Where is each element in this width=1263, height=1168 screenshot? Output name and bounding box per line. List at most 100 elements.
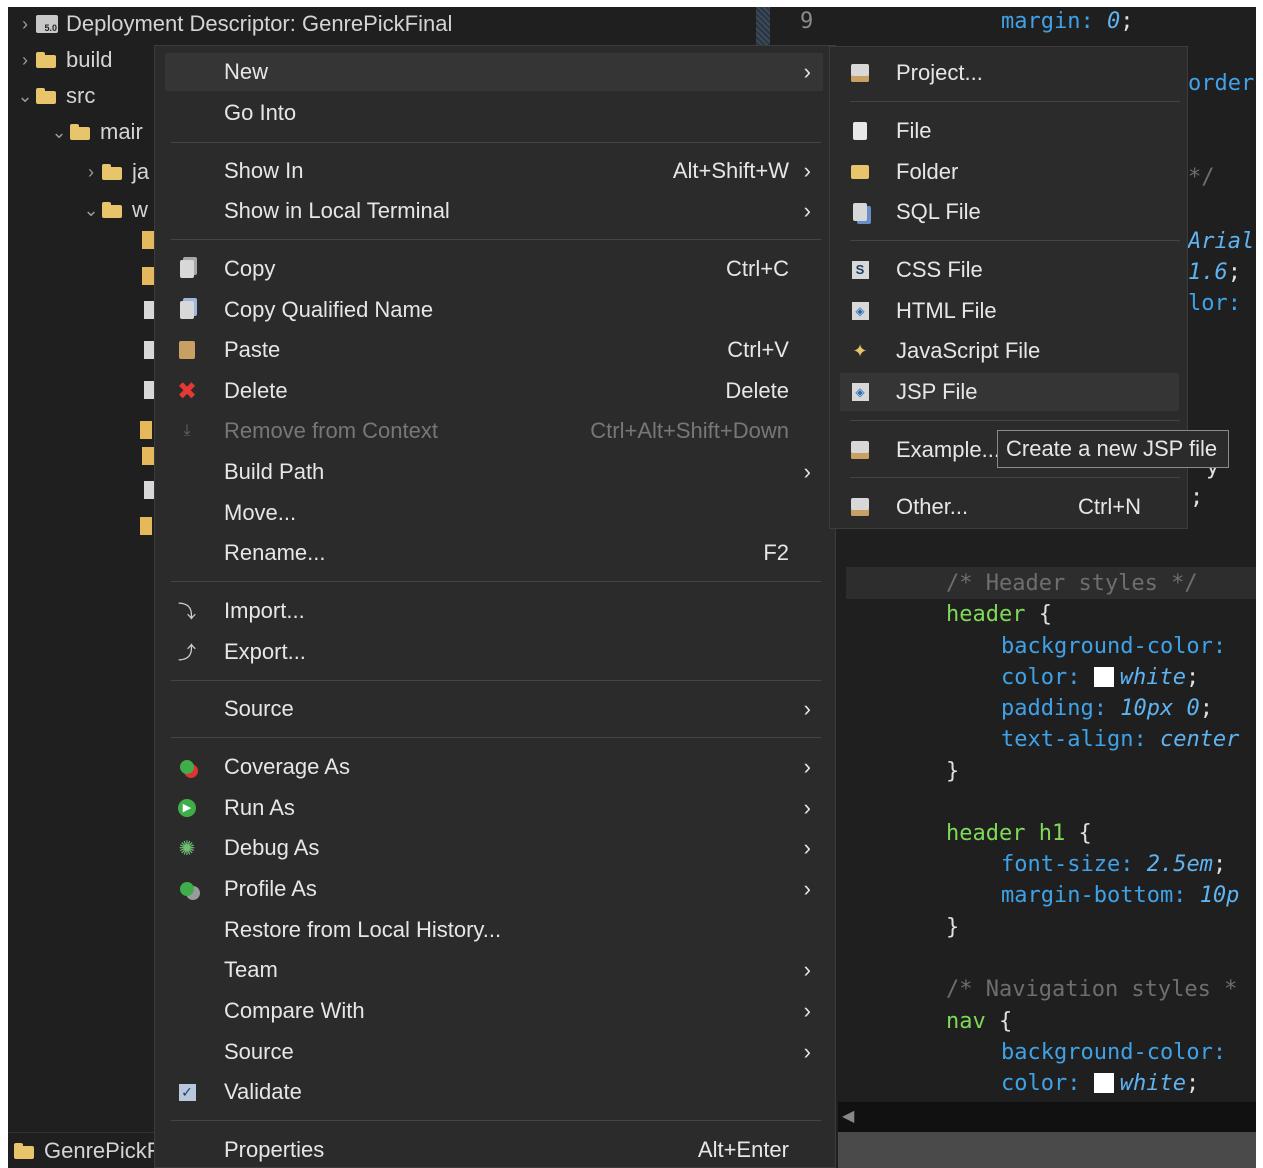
other-wizard-icon <box>848 495 872 519</box>
menu-item-run-as[interactable]: ▶ Run As › <box>165 789 823 827</box>
menu-item-move[interactable]: Move... <box>165 494 823 532</box>
menu-item-build-path[interactable]: Build Path › <box>165 453 823 491</box>
menu-item-label: Import... <box>224 598 305 623</box>
deployment-descriptor-icon <box>36 15 58 33</box>
chevron-right-icon: › <box>803 835 811 860</box>
code-line: header h1 { <box>946 821 1092 846</box>
menu-item-shortcut: Ctrl+Alt+Shift+Down <box>590 418 789 443</box>
code-comment: /* Header styles */ <box>946 571 1198 596</box>
jsp-file-icon: ◈ <box>848 380 872 404</box>
submenu-item-label: Example... <box>896 437 1000 462</box>
folder-icon[interactable] <box>142 267 154 285</box>
menu-item-label: Coverage As <box>224 754 350 779</box>
submenu-item-label: CSS File <box>896 257 983 282</box>
tree-item-webapp[interactable]: ⌄ w <box>80 193 147 227</box>
horizontal-scrollbar[interactable]: ◀ <box>838 1102 1256 1132</box>
menu-item-compare-with[interactable]: Compare With › <box>165 992 823 1030</box>
menu-separator <box>850 240 1180 241</box>
menu-item-paste[interactable]: Paste Ctrl+V <box>165 331 823 369</box>
submenu-item-project[interactable]: Project... <box>840 54 1179 92</box>
code-line: ; <box>1190 485 1204 510</box>
menu-item-coverage-as[interactable]: Coverage As › <box>165 748 823 786</box>
coverage-icon <box>175 755 199 779</box>
tree-item-java[interactable]: › ja <box>80 155 149 189</box>
submenu-item-other[interactable]: Other... Ctrl+N <box>840 488 1179 526</box>
chevron-right-icon[interactable]: › <box>14 50 36 71</box>
chevron-right-icon[interactable]: › <box>80 162 102 183</box>
submenu-item-label: Project... <box>896 60 983 85</box>
chevron-down-icon[interactable]: ⌄ <box>80 200 102 221</box>
submenu-item-file[interactable]: File <box>840 112 1179 150</box>
copy-icon <box>175 257 199 281</box>
menu-item-debug-as[interactable]: ✺ Debug As › <box>165 829 823 867</box>
menu-item-copy-qualified-name[interactable]: Copy Qualified Name <box>165 291 823 329</box>
chevron-right-icon[interactable]: › <box>14 14 36 35</box>
file-icon[interactable] <box>142 447 154 465</box>
file-icon[interactable] <box>140 421 152 439</box>
menu-separator <box>171 142 821 143</box>
submenu-item-javascript-file[interactable]: ✦ JavaScript File <box>840 332 1179 370</box>
menu-item-label: Show In <box>224 158 304 183</box>
menu-item-delete[interactable]: ✖ Delete Delete <box>165 372 823 410</box>
submenu-item-css-file[interactable]: S CSS File <box>840 251 1179 289</box>
scroll-left-icon[interactable]: ◀ <box>842 1106 854 1126</box>
menu-separator <box>850 101 1180 102</box>
code-line: background-color: <box>1001 1040 1227 1065</box>
menu-item-label: Run As <box>224 795 295 820</box>
menu-item-show-in[interactable]: Show In Alt+Shift+W › <box>165 152 823 190</box>
menu-item-label: Copy <box>224 256 276 281</box>
folder-open-icon <box>36 88 58 104</box>
menu-item-source[interactable]: Source › <box>165 690 823 728</box>
menu-item-properties[interactable]: Properties Alt+Enter <box>165 1131 823 1168</box>
color-swatch[interactable] <box>1093 1073 1114 1093</box>
menu-separator <box>171 737 821 738</box>
submenu-item-label: Other... <box>896 494 969 519</box>
submenu-item-html-file[interactable]: ◈ HTML File <box>840 292 1179 330</box>
submenu-item-folder[interactable]: Folder <box>840 153 1179 191</box>
submenu-item-sql-file[interactable]: SQL File <box>840 193 1179 231</box>
folder-icon <box>102 164 124 180</box>
javascript-file-icon: ✦ <box>852 341 868 361</box>
paste-icon <box>175 338 199 362</box>
menu-item-rename[interactable]: Rename... F2 <box>165 534 823 572</box>
tree-item-src[interactable]: ⌄ src <box>14 79 95 113</box>
chevron-right-icon: › <box>803 754 811 779</box>
chevron-down-icon[interactable]: ⌄ <box>14 86 36 107</box>
menu-item-new[interactable]: New › <box>165 53 823 91</box>
file-icon[interactable] <box>140 517 152 535</box>
menu-item-remove-from-context[interactable]: ⤓ Remove from Context Ctrl+Alt+Shift+Dow… <box>165 412 823 450</box>
chevron-down-icon[interactable]: ⌄ <box>48 122 70 143</box>
tree-item-deployment-descriptor[interactable]: › Deployment Descriptor: GenrePickFinal <box>14 7 452 41</box>
menu-item-source-2[interactable]: Source › <box>165 1033 823 1071</box>
menu-item-team[interactable]: Team › <box>165 951 823 989</box>
menu-item-label: Restore from Local History... <box>224 917 502 942</box>
menu-item-go-into[interactable]: Go Into <box>165 94 823 132</box>
menu-item-label: Debug As <box>224 835 320 860</box>
folder-icon[interactable] <box>142 231 154 249</box>
menu-item-export[interactable]: ⤴ Export... <box>165 633 823 671</box>
menu-separator <box>850 477 1180 478</box>
new-file-icon <box>848 119 872 143</box>
submenu-item-label: JavaScript File <box>896 338 1041 363</box>
menu-item-label: Source <box>224 696 294 721</box>
menu-separator <box>171 239 821 240</box>
tree-item-main[interactable]: ⌄ mair <box>48 115 142 149</box>
menu-item-label: Delete <box>224 378 288 403</box>
tree-item-build[interactable]: › build <box>14 43 112 77</box>
code-line: 1.6; <box>1188 260 1241 285</box>
code-line: order <box>1188 71 1255 96</box>
submenu-item-jsp-file[interactable]: ◈ JSP File <box>840 373 1179 411</box>
menu-item-shortcut: Ctrl+V <box>727 337 789 362</box>
submenu-item-label: HTML File <box>896 298 997 323</box>
menu-item-restore-from-local-history[interactable]: Restore from Local History... <box>165 911 823 949</box>
color-swatch[interactable] <box>1093 667 1114 687</box>
code-line: padding: 10px 0; <box>1001 696 1213 721</box>
chevron-right-icon: › <box>803 696 811 721</box>
menu-item-copy[interactable]: Copy Ctrl+C <box>165 250 823 288</box>
menu-item-show-in-local-terminal[interactable]: Show in Local Terminal › <box>165 192 823 230</box>
menu-item-validate[interactable]: ✓ Validate <box>165 1073 823 1111</box>
code-line: background-color: <box>1001 634 1227 659</box>
menu-item-label: Copy Qualified Name <box>224 297 434 322</box>
menu-item-profile-as[interactable]: Profile As › <box>165 870 823 908</box>
menu-item-import[interactable]: ⤵ Import... <box>165 592 823 630</box>
